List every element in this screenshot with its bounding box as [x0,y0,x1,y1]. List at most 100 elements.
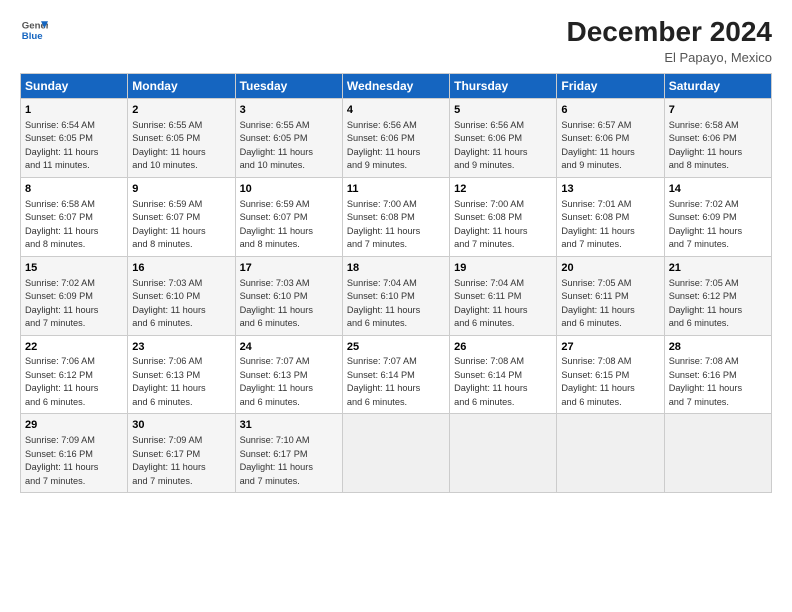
weekday-header-wednesday: Wednesday [342,74,449,99]
day-number: 18 [347,261,445,276]
day-info: Sunrise: 7:04 AMSunset: 6:10 PMDaylight:… [347,278,420,329]
day-info: Sunrise: 7:04 AMSunset: 6:11 PMDaylight:… [454,278,527,329]
day-info: Sunrise: 6:57 AMSunset: 6:06 PMDaylight:… [561,120,634,171]
day-number: 30 [132,418,230,433]
day-number: 16 [132,261,230,276]
day-info: Sunrise: 7:03 AMSunset: 6:10 PMDaylight:… [132,278,205,329]
calendar-cell [664,414,771,493]
day-info: Sunrise: 7:06 AMSunset: 6:12 PMDaylight:… [25,356,98,407]
day-info: Sunrise: 7:00 AMSunset: 6:08 PMDaylight:… [347,199,420,250]
calendar-cell: 5Sunrise: 6:56 AMSunset: 6:06 PMDaylight… [450,99,557,178]
calendar-cell: 20 Sunrise: 7:05 AMSunset: 6:11 PMDayligh… [557,256,664,335]
calendar-cell: 13 Sunrise: 7:01 AMSunset: 6:08 PMDayligh… [557,177,664,256]
calendar-cell: 16 Sunrise: 7:03 AMSunset: 6:10 PMDayligh… [128,256,235,335]
calendar-cell: 2 Sunrise: 6:55 AMSunset: 6:05 PMDaylight… [128,99,235,178]
month-year-title: December 2024 [567,16,772,48]
calendar-cell: 17 Sunrise: 7:03 AMSunset: 6:10 PMDayligh… [235,256,342,335]
calendar-cell: 29Sunrise: 7:09 AMSunset: 6:16 PMDayligh… [21,414,128,493]
day-number: 17 [240,261,338,276]
calendar-cell: 3 Sunrise: 6:55 AMSunset: 6:05 PMDaylight… [235,99,342,178]
weekday-header-monday: Monday [128,74,235,99]
day-info: Sunrise: 6:54 AMSunset: 6:05 PMDaylight:… [25,120,98,171]
day-info: Sunrise: 6:55 AMSunset: 6:05 PMDaylight:… [240,120,313,171]
title-block: December 2024 El Papayo, Mexico [567,16,772,65]
calendar-cell: 14 Sunrise: 7:02 AMSunset: 6:09 PMDayligh… [664,177,771,256]
day-info: Sunrise: 7:09 AMSunset: 6:17 PMDaylight:… [132,435,205,486]
day-info: Sunrise: 7:02 AMSunset: 6:09 PMDaylight:… [669,199,742,250]
day-number: 20 [561,261,659,276]
calendar-cell: 30 Sunrise: 7:09 AMSunset: 6:17 PMDayligh… [128,414,235,493]
location-subtitle: El Papayo, Mexico [567,50,772,65]
weekday-header-friday: Friday [557,74,664,99]
calendar-cell: 22Sunrise: 7:06 AMSunset: 6:12 PMDayligh… [21,335,128,414]
day-number: 10 [240,182,338,197]
calendar-cell: 21 Sunrise: 7:05 AMSunset: 6:12 PMDayligh… [664,256,771,335]
day-info: Sunrise: 7:07 AMSunset: 6:13 PMDaylight:… [240,356,313,407]
calendar-cell: 18 Sunrise: 7:04 AMSunset: 6:10 PMDayligh… [342,256,449,335]
day-number: 6 [561,103,659,118]
calendar-cell [342,414,449,493]
calendar-cell: 15 Sunrise: 7:02 AMSunset: 6:09 PMDayligh… [21,256,128,335]
day-info: Sunrise: 7:08 AMSunset: 6:16 PMDaylight:… [669,356,742,407]
day-number: 5 [454,103,552,118]
day-info: Sunrise: 6:58 AMSunset: 6:06 PMDaylight:… [669,120,742,171]
day-info: Sunrise: 7:02 AMSunset: 6:09 PMDaylight:… [25,278,98,329]
calendar-cell: 1 Sunrise: 6:54 AMSunset: 6:05 PMDaylight… [21,99,128,178]
weekday-header-tuesday: Tuesday [235,74,342,99]
day-number: 13 [561,182,659,197]
calendar-cell: 23Sunrise: 7:06 AMSunset: 6:13 PMDayligh… [128,335,235,414]
calendar-cell: 10 Sunrise: 6:59 AMSunset: 6:07 PMDayligh… [235,177,342,256]
calendar-cell: 24Sunrise: 7:07 AMSunset: 6:13 PMDayligh… [235,335,342,414]
day-number: 31 [240,418,338,433]
day-number: 25 [347,340,445,355]
calendar-cell: 19 Sunrise: 7:04 AMSunset: 6:11 PMDayligh… [450,256,557,335]
day-info: Sunrise: 7:10 AMSunset: 6:17 PMDaylight:… [240,435,313,486]
weekday-header-saturday: Saturday [664,74,771,99]
day-number: 26 [454,340,552,355]
day-info: Sunrise: 7:09 AMSunset: 6:16 PMDaylight:… [25,435,98,486]
calendar-cell: 7 Sunrise: 6:58 AMSunset: 6:06 PMDaylight… [664,99,771,178]
day-info: Sunrise: 6:59 AMSunset: 6:07 PMDaylight:… [240,199,313,250]
day-number: 1 [25,103,123,118]
day-number: 22 [25,340,123,355]
day-info: Sunrise: 7:08 AMSunset: 6:15 PMDaylight:… [561,356,634,407]
day-info: Sunrise: 7:03 AMSunset: 6:10 PMDaylight:… [240,278,313,329]
svg-text:Blue: Blue [22,31,43,42]
weekday-header-thursday: Thursday [450,74,557,99]
day-number: 2 [132,103,230,118]
day-info: Sunrise: 6:56 AMSunset: 6:06 PMDaylight:… [347,120,420,171]
calendar-cell: 31 Sunrise: 7:10 AMSunset: 6:17 PMDayligh… [235,414,342,493]
day-info: Sunrise: 7:08 AMSunset: 6:14 PMDaylight:… [454,356,527,407]
day-info: Sunrise: 7:01 AMSunset: 6:08 PMDaylight:… [561,199,634,250]
day-number: 3 [240,103,338,118]
day-number: 12 [454,182,552,197]
day-info: Sunrise: 7:00 AMSunset: 6:08 PMDaylight:… [454,199,527,250]
day-number: 19 [454,261,552,276]
calendar-table: SundayMondayTuesdayWednesdayThursdayFrid… [20,73,772,493]
calendar-cell: 28Sunrise: 7:08 AMSunset: 6:16 PMDayligh… [664,335,771,414]
day-number: 23 [132,340,230,355]
day-number: 9 [132,182,230,197]
calendar-cell: 26Sunrise: 7:08 AMSunset: 6:14 PMDayligh… [450,335,557,414]
calendar-cell [450,414,557,493]
day-info: Sunrise: 7:05 AMSunset: 6:12 PMDaylight:… [669,278,742,329]
day-number: 7 [669,103,767,118]
calendar-cell: 6 Sunrise: 6:57 AMSunset: 6:06 PMDaylight… [557,99,664,178]
day-number: 27 [561,340,659,355]
day-number: 14 [669,182,767,197]
calendar-cell: 27Sunrise: 7:08 AMSunset: 6:15 PMDayligh… [557,335,664,414]
page-header: General Blue December 2024 El Papayo, Me… [20,16,772,65]
logo-icon: General Blue [20,16,48,44]
calendar-cell: 11Sunrise: 7:00 AMSunset: 6:08 PMDayligh… [342,177,449,256]
day-info: Sunrise: 6:55 AMSunset: 6:05 PMDaylight:… [132,120,205,171]
day-info: Sunrise: 6:59 AMSunset: 6:07 PMDaylight:… [132,199,205,250]
day-number: 15 [25,261,123,276]
calendar-cell: 12 Sunrise: 7:00 AMSunset: 6:08 PMDayligh… [450,177,557,256]
logo: General Blue [20,16,48,44]
day-number: 8 [25,182,123,197]
day-info: Sunrise: 7:05 AMSunset: 6:11 PMDaylight:… [561,278,634,329]
calendar-cell: 8 Sunrise: 6:58 AMSunset: 6:07 PMDaylight… [21,177,128,256]
calendar-cell [557,414,664,493]
day-info: Sunrise: 6:58 AMSunset: 6:07 PMDaylight:… [25,199,98,250]
day-number: 21 [669,261,767,276]
